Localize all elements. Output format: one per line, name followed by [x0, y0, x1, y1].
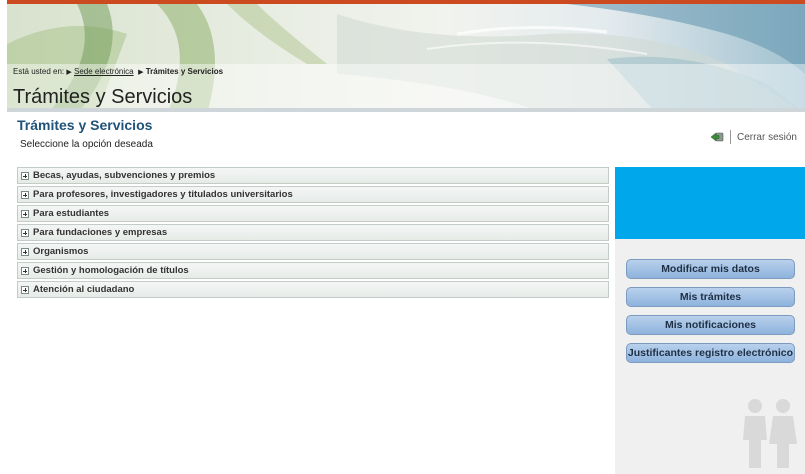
accordion-item-profesores[interactable]: Para profesores, investigadores y titula…: [17, 186, 609, 203]
user-sidebar: Modificar mis datos Mis trámites Mis not…: [615, 167, 805, 474]
header-banner: Está usted en: ▶ Sede electrónica ▶ Trám…: [7, 0, 805, 112]
breadcrumb-prefix: Está usted en:: [13, 67, 65, 76]
receipts-button[interactable]: Justificantes registro electrónico: [626, 343, 795, 363]
accordion-item-label[interactable]: Para profesores, investigadores y titula…: [33, 189, 293, 200]
accordion-item-titulos[interactable]: Gestión y homologación de títulos: [17, 262, 609, 279]
breadcrumb-link-sede[interactable]: Sede electrónica: [74, 67, 134, 76]
expand-plus-icon[interactable]: [21, 190, 29, 199]
accordion-item-label[interactable]: Para fundaciones y empresas: [33, 227, 167, 238]
accordion-item-label[interactable]: Becas, ayudas, subvenciones y premios: [33, 170, 215, 181]
modify-data-button[interactable]: Modificar mis datos: [626, 259, 795, 279]
sidebar-blue-header: [615, 167, 805, 239]
breadcrumb-arrow-icon: ▶: [66, 69, 72, 76]
expand-plus-icon[interactable]: [21, 266, 29, 275]
logout-separator: [729, 130, 731, 144]
expand-plus-icon[interactable]: [21, 228, 29, 237]
banner-divider: [7, 108, 805, 112]
accordion-item-atencion[interactable]: Atención al ciudadano: [17, 281, 609, 298]
accordion-item-fundaciones[interactable]: Para fundaciones y empresas: [17, 224, 609, 241]
accordion-item-becas[interactable]: Becas, ayudas, subvenciones y premios: [17, 167, 609, 184]
breadcrumb-current: Trámites y Servicios: [145, 67, 224, 76]
expand-plus-icon[interactable]: [21, 209, 29, 218]
page-title: Trámites y Servicios: [17, 117, 153, 133]
banner-title: Trámites y Servicios: [13, 86, 193, 108]
accordion-item-label[interactable]: Gestión y homologación de títulos: [33, 265, 189, 276]
page-subtitle: Seleccione la opción deseada: [20, 139, 153, 150]
expand-plus-icon[interactable]: [21, 171, 29, 180]
logout-label[interactable]: Cerrar sesión: [737, 132, 797, 143]
my-procedures-button[interactable]: Mis trámites: [626, 287, 795, 307]
breadcrumb: Está usted en: ▶ Sede electrónica ▶ Trám…: [13, 67, 223, 76]
accordion-item-label[interactable]: Organismos: [33, 246, 88, 257]
logout-link[interactable]: Cerrar sesión: [710, 130, 797, 144]
expand-plus-icon[interactable]: [21, 285, 29, 294]
my-notifications-button[interactable]: Mis notificaciones: [626, 315, 795, 335]
breadcrumb-arrow-icon: ▶: [138, 69, 144, 76]
people-icon: [743, 399, 797, 468]
logout-icon[interactable]: [710, 131, 724, 143]
accordion-item-label[interactable]: Para estudiantes: [33, 208, 109, 219]
services-accordion: Becas, ayudas, subvenciones y premios Pa…: [17, 167, 609, 300]
accordion-item-label[interactable]: Atención al ciudadano: [33, 284, 134, 295]
accordion-item-estudiantes[interactable]: Para estudiantes: [17, 205, 609, 222]
expand-plus-icon[interactable]: [21, 247, 29, 256]
accordion-item-organismos[interactable]: Organismos: [17, 243, 609, 260]
